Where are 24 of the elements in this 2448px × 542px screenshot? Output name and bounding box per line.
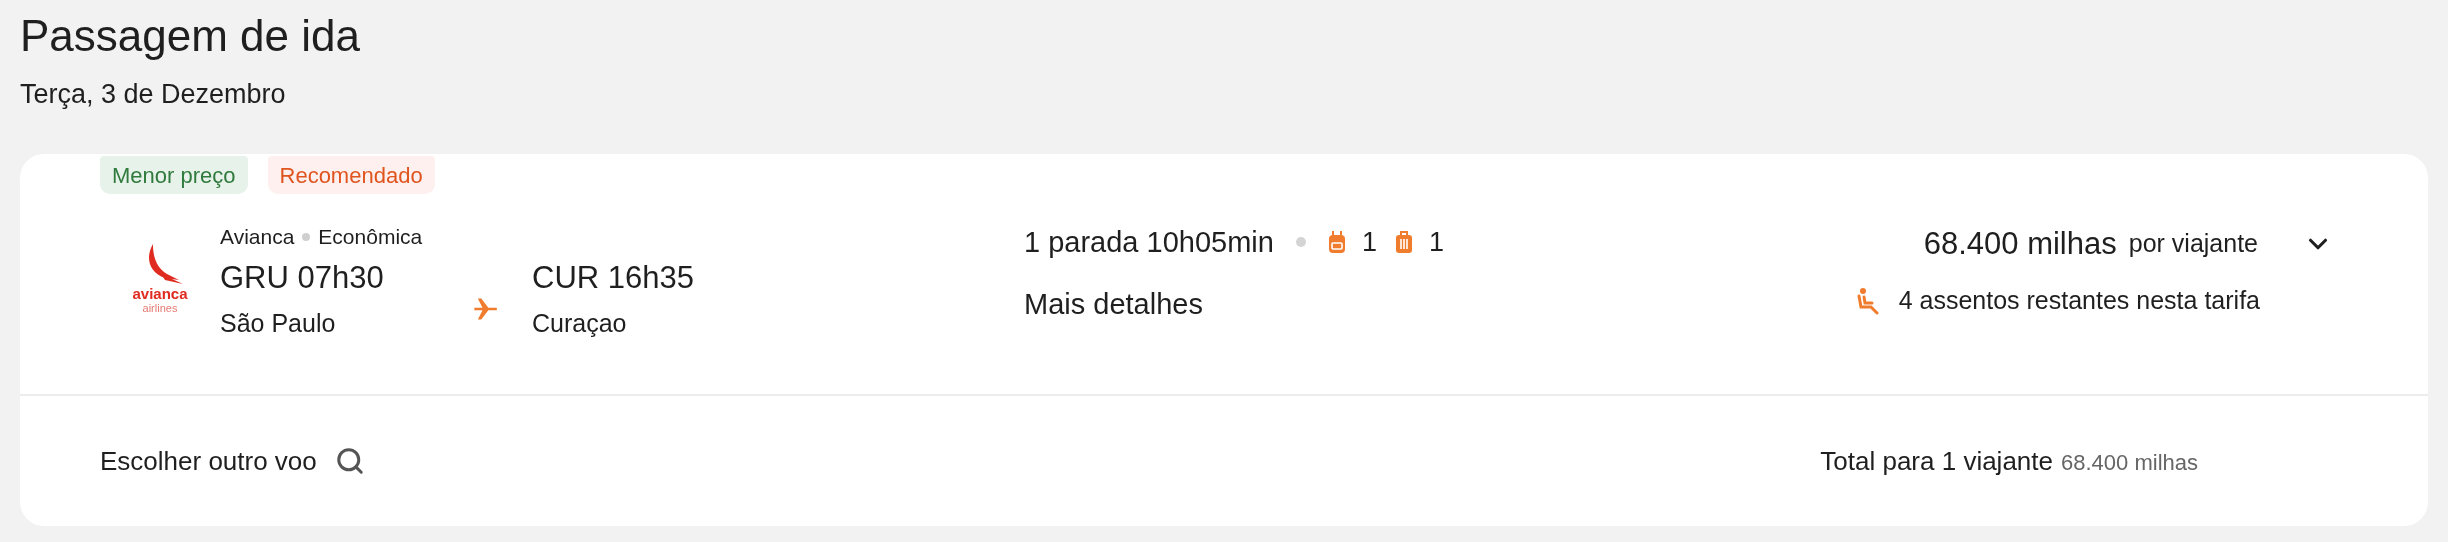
search-icon — [334, 446, 365, 476]
suitcase-icon — [1394, 230, 1413, 254]
badge: Recomendado — [267, 156, 435, 194]
arrival-city: Curaçao — [532, 308, 627, 339]
stops-duration: 1 parada 10h05min — [1024, 225, 1274, 260]
price: 68.400 milhas — [1923, 225, 2117, 263]
page-title: Passagem de ida — [20, 10, 360, 62]
baggage-count: 1 — [1361, 226, 1377, 259]
departure-city: São Paulo — [220, 308, 336, 339]
airline-logo: avianca airlines — [100, 244, 220, 314]
backpack-icon — [1327, 230, 1346, 254]
arrival-time: CUR 16h35 — [532, 259, 694, 297]
price-unit: por viajante — [2128, 228, 2258, 260]
departure-time: GRU 07h30 — [220, 259, 384, 297]
choose-another-flight-button[interactable]: Escolher outro voo — [100, 441, 365, 481]
cabin-class: Econômica — [318, 224, 423, 250]
badge: Menor preço — [100, 156, 248, 194]
details-link[interactable]: Mais detalhes — [1024, 286, 1203, 322]
trip-date: Terça, 3 de Dezembro — [20, 78, 286, 111]
baggage-count: 1 — [1428, 226, 1444, 259]
total-value: 68.400 milhas — [2061, 448, 2198, 477]
airline-name: Avianca — [220, 224, 295, 250]
total-label: Total para 1 viajante — [1820, 444, 2053, 478]
seats-remaining: 4 assentos restantes nesta tarifa — [1898, 285, 2260, 316]
